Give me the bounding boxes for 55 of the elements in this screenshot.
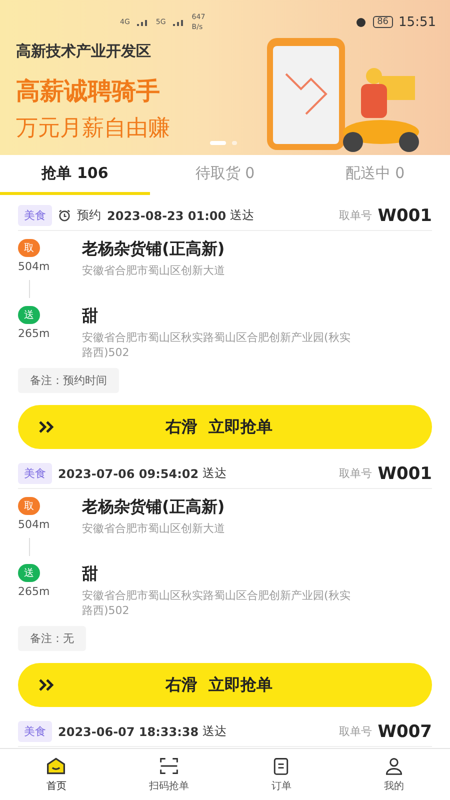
place-name: 老杨杂货铺(正高新) bbox=[82, 497, 226, 518]
nav-label: 我的 bbox=[384, 780, 404, 793]
stop-badge: 送 bbox=[18, 306, 40, 324]
grab-order-slider[interactable]: 右滑 立即抢单 bbox=[18, 663, 432, 707]
delivery-time: 2023-06-07 18:33:38 bbox=[58, 724, 199, 738]
category-tag: 美食 bbox=[18, 205, 52, 226]
banner-headline: 高薪诚聘骑手 bbox=[16, 76, 161, 107]
delivery-time: 2023-07-06 09:54:02 bbox=[58, 466, 199, 480]
clock-time: 15:51 bbox=[398, 14, 436, 30]
distance-text: 265m bbox=[18, 327, 50, 340]
nav-label: 订单 bbox=[271, 780, 292, 793]
nav-item[interactable]: 我的 bbox=[338, 749, 450, 800]
reserve-label: 预约 bbox=[77, 207, 101, 224]
order-number-label: 取单号 bbox=[338, 208, 372, 223]
order-number-label: 取单号 bbox=[338, 466, 372, 481]
delivery-time: 2023-08-23 01:00 bbox=[107, 208, 226, 222]
category-tag: 美食 bbox=[18, 463, 52, 484]
stop-badge: 取 bbox=[18, 239, 40, 257]
distance-text: 504m bbox=[18, 260, 50, 273]
order-number: W007 bbox=[378, 722, 432, 742]
order-number: W001 bbox=[378, 464, 432, 484]
banner-subline: 万元月薪自由赚 bbox=[16, 115, 170, 143]
nav-label: 扫码抢单 bbox=[148, 780, 189, 793]
address-text: 安徽省合肥市蜀山区创新大道 bbox=[82, 521, 226, 536]
signal-icon bbox=[136, 18, 150, 26]
alarm-clock-icon bbox=[58, 209, 71, 222]
distance-text: 265m bbox=[18, 585, 50, 598]
nav-item[interactable]: 首页 bbox=[0, 749, 112, 800]
address-text: 安徽省合肥市蜀山区创新大道 bbox=[82, 263, 226, 278]
nav-item[interactable]: 订单 bbox=[225, 749, 338, 800]
place-name: 甜 bbox=[82, 306, 99, 327]
category-tag: 美食 bbox=[18, 721, 52, 742]
stop-badge: 取 bbox=[18, 497, 40, 515]
order-note: 备注：预约时间 bbox=[18, 368, 119, 393]
slide-indicator[interactable] bbox=[210, 141, 226, 145]
place-name: 老杨杂货铺(正高新) bbox=[82, 239, 226, 260]
order-number-label: 取单号 bbox=[338, 724, 372, 739]
grab-order-slider[interactable]: 右滑 立即抢单 bbox=[18, 405, 432, 449]
battery-indicator: 86 bbox=[373, 16, 393, 28]
stop-badge: 送 bbox=[18, 564, 40, 582]
distance-text: 504m bbox=[18, 518, 50, 531]
order-number: W001 bbox=[378, 206, 432, 226]
deliver-label: 送达 bbox=[202, 465, 227, 482]
nav-label: 首页 bbox=[46, 780, 66, 793]
slide-indicator[interactable] bbox=[232, 141, 237, 145]
banner-area: 高新技术产业开发区 bbox=[16, 42, 170, 61]
deliver-label: 送达 bbox=[230, 207, 254, 224]
address-text: 安徽省合肥市蜀山区秋实路蜀山区合肥创新产业园(秋实路西)502 bbox=[82, 588, 352, 618]
signal-icon bbox=[172, 18, 186, 26]
order-tab[interactable]: 抢单 106 bbox=[0, 155, 150, 195]
address-text: 安徽省合肥市蜀山区秋实路蜀山区合肥创新产业园(秋实路西)502 bbox=[82, 330, 352, 360]
place-name: 甜 bbox=[82, 564, 99, 585]
deliver-label: 送达 bbox=[202, 723, 227, 740]
order-note: 备注：无 bbox=[18, 626, 86, 651]
nav-item[interactable]: 扫码抢单 bbox=[112, 749, 225, 800]
